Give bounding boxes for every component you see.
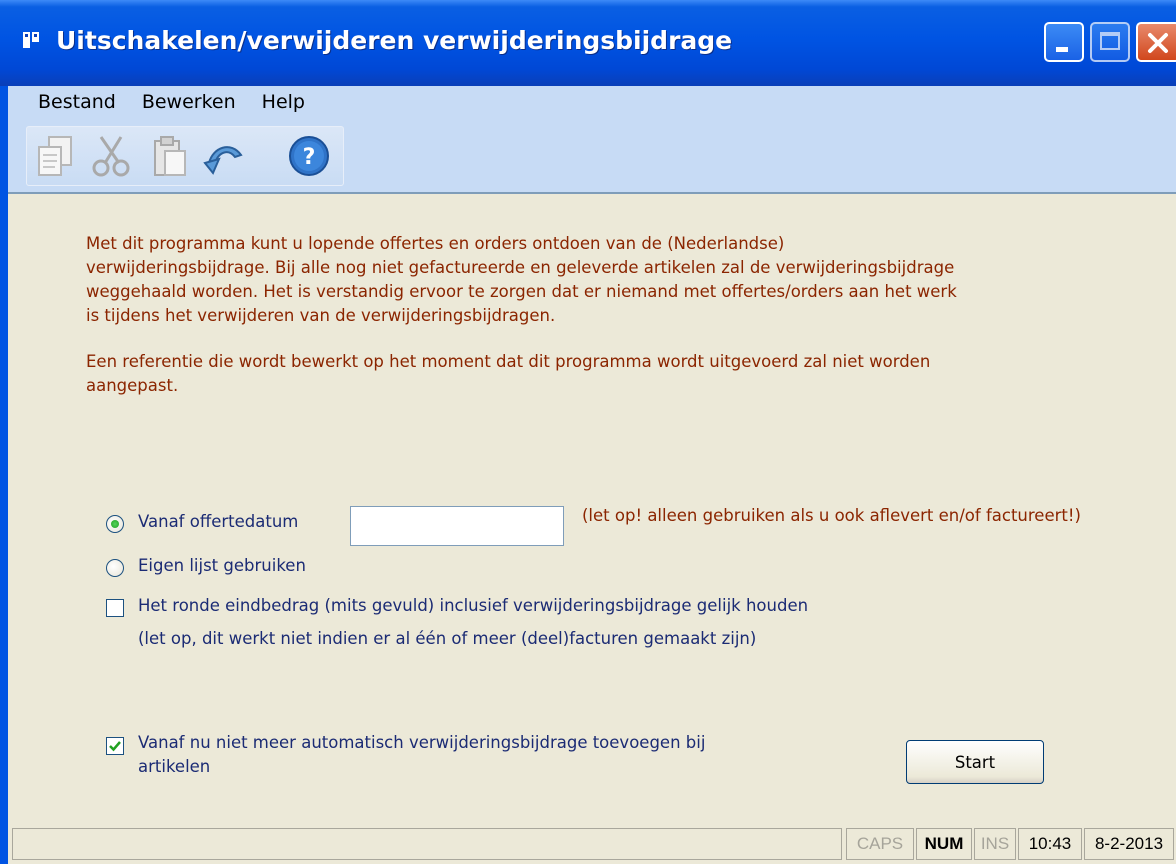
cut-icon[interactable] [89,133,133,179]
copy-icon[interactable] [33,133,77,179]
minimize-button[interactable] [1044,22,1084,62]
maximize-icon [1100,32,1120,50]
window-border [0,86,8,864]
help-icon[interactable]: ? [287,133,331,179]
menu-help[interactable]: Help [262,86,305,120]
radio-eigen-lijst-label[interactable]: Eigen lijst gebruiken [138,556,306,575]
checkbox-eindbedrag-label[interactable]: Het ronde eindbedrag (mits gevuld) inclu… [138,596,808,615]
app-icon [23,32,39,48]
window-title: Uitschakelen/verwijderen verwijderingsbi… [56,26,733,55]
checkbox-eindbedrag-note: (let op, dit werkt niet indien er al één… [138,629,757,648]
menu-bar: Bestand Bewerken Help [8,86,305,120]
svg-text:?: ? [303,145,316,170]
status-caps: CAPS [846,828,914,860]
close-icon [1148,33,1168,53]
status-message-panel [12,828,842,860]
status-time: 10:43 [1018,828,1082,860]
description-paragraph-1: Met dit programma kunt u lopende offerte… [86,234,957,325]
description: Met dit programma kunt u lopende offerte… [86,232,1146,420]
status-date: 8-2-2013 [1084,828,1174,860]
status-ins: INS [974,828,1016,860]
status-bar: CAPS NUM INS 10:43 8-2-2013 [8,822,1176,864]
radio-vanaf-offertedatum-label[interactable]: Vanaf offertedatum [138,512,298,531]
checkbox-geen-automatische-bijdrage-label-2[interactable]: artikelen [138,757,210,776]
title-bar[interactable]: Uitschakelen/verwijderen verwijderingsbi… [0,0,1176,86]
checkmark-icon [109,741,121,752]
close-button[interactable] [1136,22,1176,62]
maximize-button[interactable] [1090,22,1130,62]
undo-icon[interactable] [203,133,247,179]
description-paragraph-2: Een referentie die wordt bewerkt op het … [86,352,931,395]
radio-eigen-lijst[interactable] [106,559,124,577]
menu-bewerken[interactable]: Bewerken [142,86,236,120]
toolbar: ? [26,126,344,186]
checkbox-eindbedrag[interactable] [106,599,124,617]
status-num: NUM [916,828,972,860]
checkbox-geen-automatische-bijdrage[interactable] [106,737,124,755]
paste-icon[interactable] [147,133,191,179]
application-window: Uitschakelen/verwijderen verwijderingsbi… [0,0,1176,864]
menu-bestand[interactable]: Bestand [38,86,116,120]
radio-vanaf-offertedatum[interactable] [106,515,124,533]
offertedatum-input[interactable] [350,506,564,546]
menu-toolbar-area: Bestand Bewerken Help ? [8,86,1176,194]
minimize-icon [1056,47,1068,52]
start-button[interactable]: Start [906,740,1044,784]
checkbox-geen-automatische-bijdrage-label[interactable]: Vanaf nu niet meer automatisch verwijder… [138,733,705,752]
offertedatum-note: (let op! alleen gebruiken als u ook afle… [582,506,1081,525]
